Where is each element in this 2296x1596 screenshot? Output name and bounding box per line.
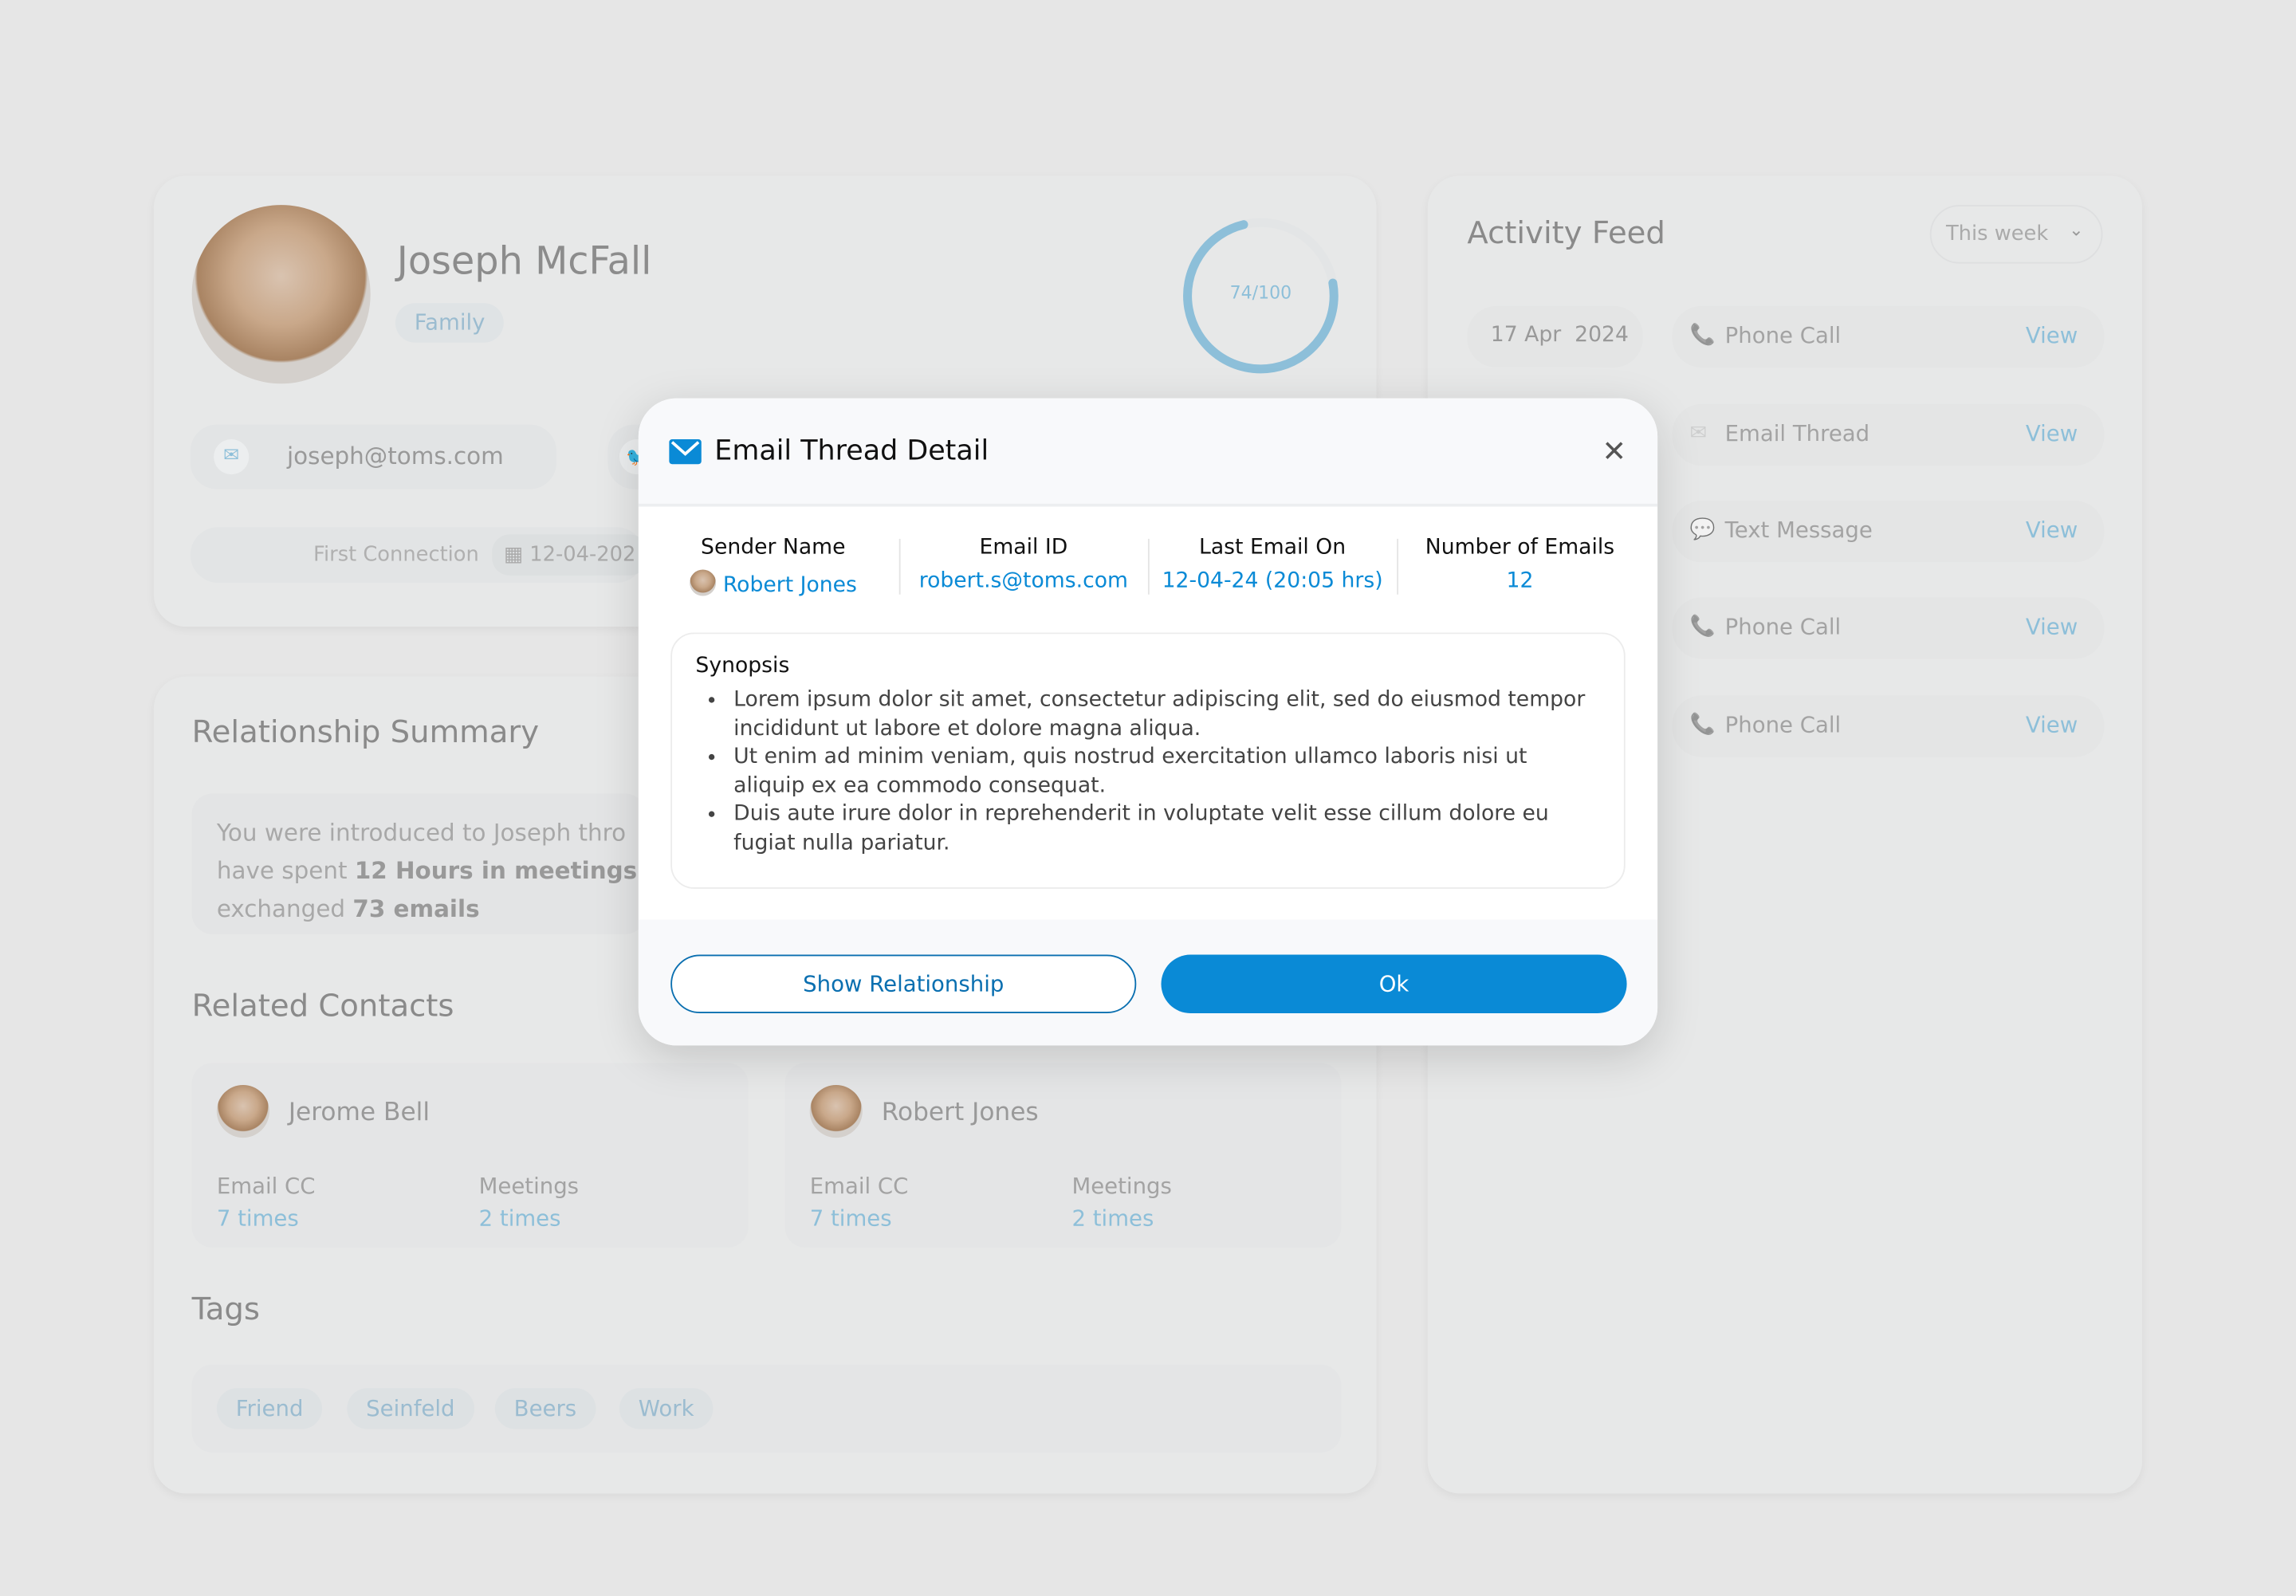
email-id-column: Email ID robert.s@toms.com: [899, 536, 1148, 593]
contact-name: Robert Jones: [881, 1098, 1039, 1128]
tags-title: Tags: [191, 1291, 261, 1327]
activity-item: 📞 Phone Call View: [1672, 305, 2105, 368]
summary-text-part: have spent: [216, 856, 355, 885]
tag-friend[interactable]: Friend: [216, 1388, 323, 1429]
email-count: 73 emails: [352, 894, 480, 923]
email-thread-modal: Email Thread Detail ✕ Sender Name Robert…: [638, 398, 1658, 1046]
stat-value: 7 times: [216, 1205, 299, 1232]
email-count-value: 12: [1506, 569, 1534, 593]
activity-item: ✉ Email Thread View: [1672, 403, 2105, 466]
ok-button[interactable]: Ok: [1161, 954, 1627, 1013]
contact-avatar: [809, 1084, 863, 1138]
activity-date: 17 Apr 2024: [1467, 305, 1643, 368]
related-title: Related Contacts: [191, 988, 454, 1024]
stat-label: Meetings: [1071, 1173, 1172, 1200]
contact-card[interactable]: Robert Jones Email CC 7 times Meetings 2…: [784, 1063, 1342, 1248]
view-link[interactable]: View: [2026, 614, 2078, 640]
date-year: 2024: [1575, 323, 1629, 348]
profile-avatar: [191, 205, 371, 384]
activity-filter-value: This week: [1945, 222, 2049, 246]
modal-title: Email Thread Detail: [714, 434, 989, 467]
email-contact[interactable]: ✉ joseph@toms.com: [190, 424, 556, 489]
tag-beers[interactable]: Beers: [494, 1388, 596, 1429]
modal-footer: Show Relationship Ok: [638, 919, 1658, 1046]
last-email-column: Last Email On 12-04-24 (20:05 hrs): [1148, 536, 1397, 593]
summary-title: Relationship Summary: [191, 714, 540, 750]
activity-label: Email Thread: [1724, 420, 1870, 447]
first-connection-date: ▦ 12-04-202: [492, 534, 648, 576]
tag-seinfeld[interactable]: Seinfeld: [347, 1388, 474, 1429]
synopsis-item: Ut enim ad minim veniam, quis nostrud ex…: [731, 744, 1601, 801]
first-connection-value: 12-04-202: [529, 543, 636, 567]
synopsis-box: Synopsis Lorem ipsum dolor sit amet, con…: [670, 632, 1626, 889]
synopsis-list: Lorem ipsum dolor sit amet, consectetur …: [731, 686, 1601, 858]
summary-line: You were introduced to Joseph thro: [216, 818, 627, 847]
activity-label: Phone Call: [1724, 613, 1842, 640]
tag-work[interactable]: Work: [619, 1388, 714, 1429]
stat-value: 2 times: [1071, 1205, 1154, 1232]
view-link[interactable]: View: [2026, 712, 2078, 738]
modal-header: Email Thread Detail ✕: [638, 398, 1658, 507]
stat-label: Email CC: [216, 1173, 316, 1200]
date-day: 17 Apr: [1490, 323, 1562, 348]
last-email-value: 12-04-24 (20:05 hrs): [1162, 569, 1383, 593]
contact-email: joseph@toms.com: [286, 442, 504, 470]
activity-item: 📞 Phone Call View: [1672, 597, 2105, 659]
email-count-column: Number of Emails 12: [1397, 536, 1643, 593]
view-link[interactable]: View: [2026, 322, 2078, 348]
chevron-down-icon: ⌄: [2069, 219, 2084, 241]
relation-tag: Family: [395, 303, 505, 343]
stat-label: Meetings: [478, 1173, 580, 1200]
activity-item: 💬 Text Message View: [1672, 501, 2105, 563]
email-id-link[interactable]: robert.s@toms.com: [899, 569, 1148, 592]
activity-item: 📞 Phone Call View: [1672, 695, 2105, 757]
phone-icon: 📞: [1689, 713, 1716, 737]
meeting-hours: 12 Hours in meetings: [354, 856, 638, 885]
contact-avatar: [216, 1084, 269, 1138]
activity-label: Phone Call: [1724, 322, 1842, 349]
mail-icon: ✉: [214, 439, 250, 475]
calendar-icon: ▦: [503, 543, 530, 567]
activity-title: Activity Feed: [1467, 214, 1665, 251]
synopsis-item: Lorem ipsum dolor sit amet, consectetur …: [731, 686, 1601, 744]
contact-card[interactable]: Jerome Bell Email CC 7 times Meetings 2 …: [191, 1063, 749, 1248]
profile-name: Joseph McFall: [396, 240, 652, 285]
phone-icon: 📞: [1689, 323, 1716, 348]
mail-icon: ✉: [1689, 421, 1708, 446]
column-header: Number of Emails: [1425, 536, 1615, 560]
contact-name: Jerome Bell: [288, 1098, 431, 1128]
score-text: 74/100: [1229, 282, 1292, 304]
first-connection-row: First Connection ▦ 12-04-202: [190, 527, 648, 584]
stat-value: 2 times: [478, 1205, 561, 1232]
stat-label: Email CC: [809, 1173, 909, 1200]
mail-icon: [669, 439, 702, 465]
synopsis-item: Duis aute irure dolor in reprehenderit i…: [731, 801, 1601, 859]
stat-value: 7 times: [809, 1205, 892, 1232]
phone-icon: 📞: [1689, 615, 1716, 639]
column-header: Sender Name: [701, 536, 846, 560]
view-link[interactable]: View: [2026, 420, 2078, 446]
sender-avatar: [689, 569, 716, 596]
activity-filter-dropdown[interactable]: This week ⌄: [1929, 205, 2103, 264]
summary-text: You were introduced to Joseph thro have …: [191, 793, 646, 934]
show-relationship-button[interactable]: Show Relationship: [670, 954, 1137, 1013]
chat-icon: 💬: [1689, 518, 1716, 542]
sender-name-link[interactable]: Robert Jones: [723, 574, 857, 597]
activity-label: Text Message: [1724, 517, 1873, 544]
summary-text-part: exchanged: [216, 894, 353, 923]
close-icon[interactable]: ✕: [1602, 434, 1626, 469]
column-header: Last Email On: [1198, 536, 1347, 560]
column-header: Email ID: [979, 536, 1068, 560]
sender-column: Sender Name Robert Jones: [649, 536, 898, 597]
view-link[interactable]: View: [2026, 517, 2078, 543]
first-connection-label: First Connection: [313, 543, 479, 567]
activity-label: Phone Call: [1724, 711, 1842, 738]
synopsis-title: Synopsis: [695, 655, 790, 678]
